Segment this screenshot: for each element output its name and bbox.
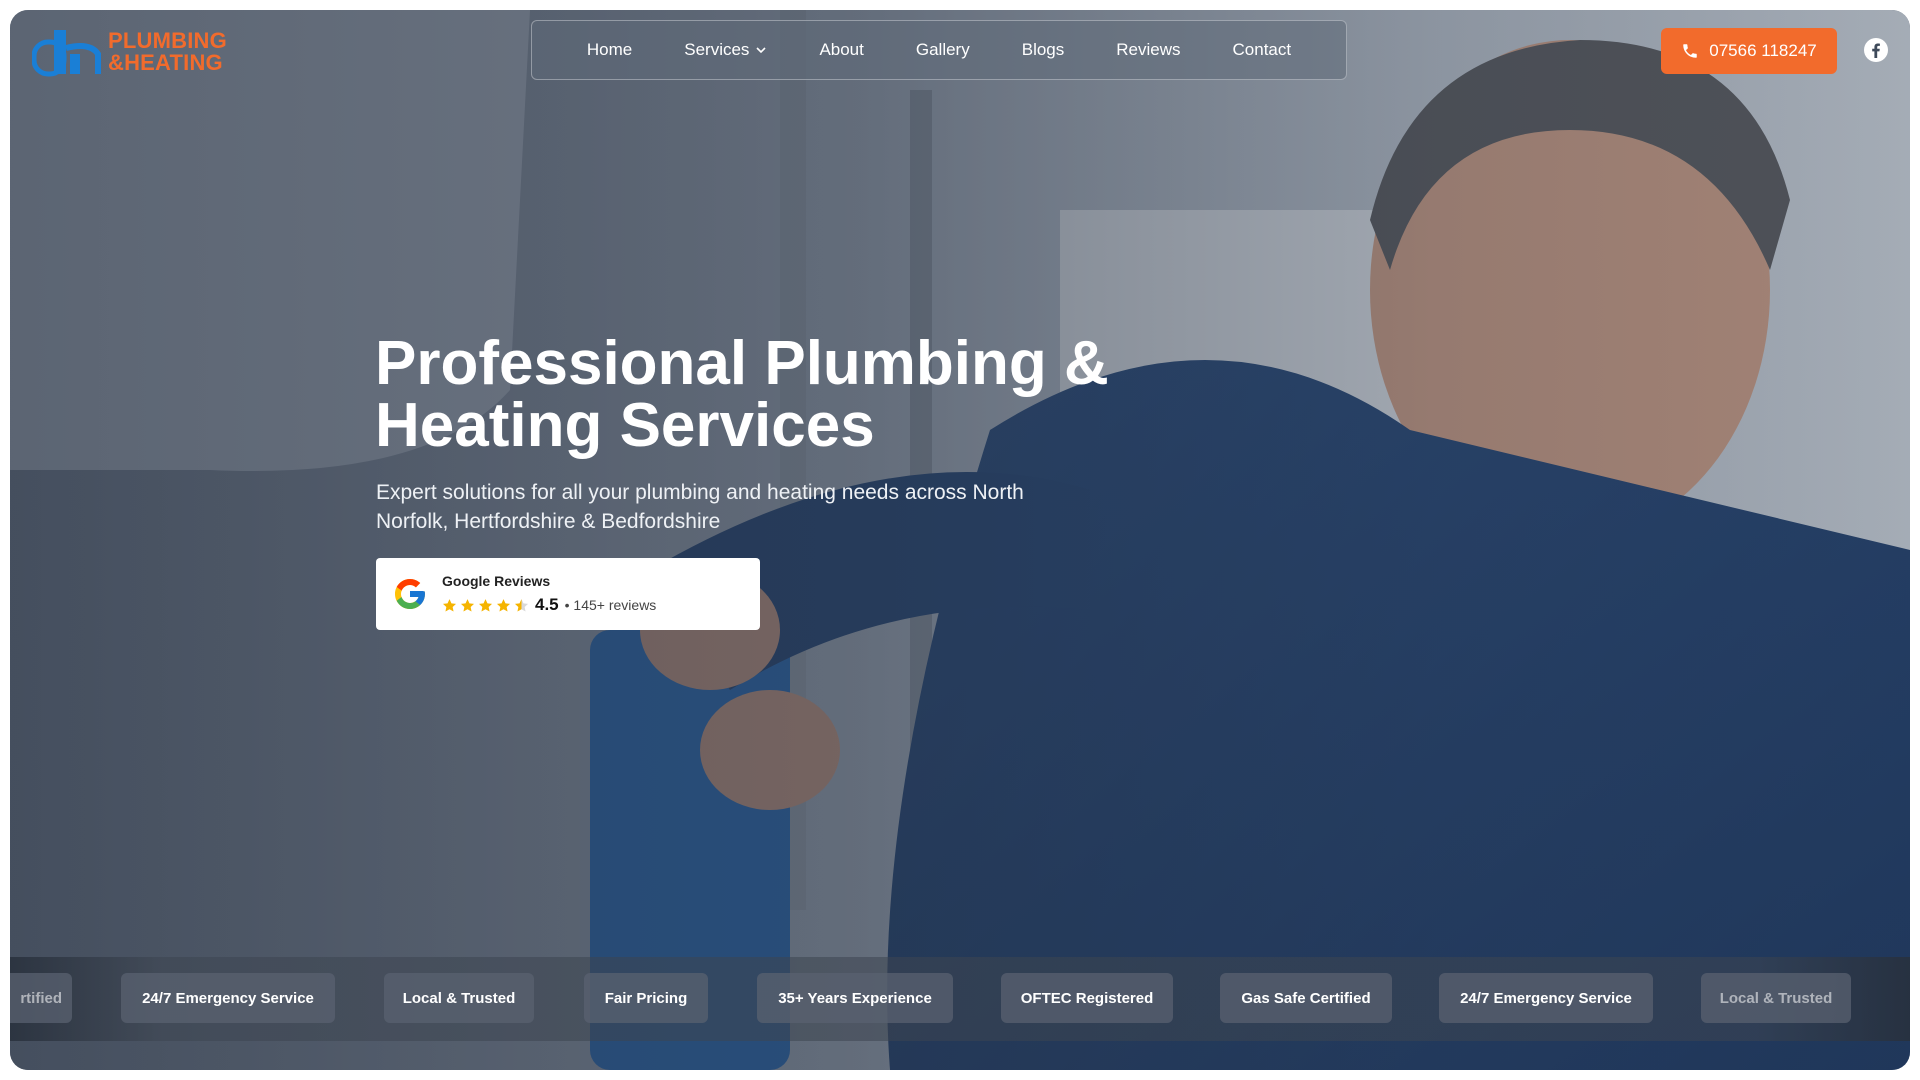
logo-text: PLUMBING &HEATING (108, 30, 227, 74)
nav-blogs[interactable]: Blogs (1022, 40, 1065, 60)
feature-badge: Fair Pricing (584, 973, 708, 1023)
hero-section: PLUMBING &HEATING Home Services About Ga… (10, 10, 1910, 1070)
main-nav: Home Services About Gallery Blogs Review… (531, 20, 1347, 80)
call-phone-button[interactable]: 07566 118247 (1661, 28, 1837, 74)
feature-badge: Local & Trusted (384, 973, 534, 1023)
feature-badge: OFTEC Registered (1001, 973, 1173, 1023)
feature-badge: 24/7 Emergency Service (1439, 973, 1653, 1023)
feature-badge: 24/7 Emergency Service (121, 973, 335, 1023)
nav-reviews[interactable]: Reviews (1116, 40, 1180, 60)
nav-label: Gallery (915, 40, 970, 59)
nav-label: Reviews (1116, 40, 1181, 59)
nav-label: Blogs (1021, 40, 1065, 59)
star-icon (460, 598, 475, 611)
hero-title: Professional Plumbing & Heating Services (375, 329, 1109, 460)
logo-line2: &HEATING (108, 50, 223, 75)
nav-label: Contact (1232, 40, 1292, 59)
chevron-down-icon (756, 47, 767, 54)
rating-value: 4.5 (535, 595, 559, 614)
nav-services[interactable]: Services (684, 40, 767, 60)
nav-about[interactable]: About (819, 40, 863, 60)
hero-subtitle: Expert solutions for all your plumbing a… (376, 481, 1024, 533)
logo-mark-icon (32, 30, 101, 77)
star-icon (442, 598, 457, 611)
google-reviews-card[interactable]: Google Reviews 4.5 • 145+ reviews (376, 558, 760, 630)
site-logo[interactable]: PLUMBING &HEATING (32, 26, 227, 78)
nav-contact[interactable]: Contact (1233, 40, 1292, 60)
nav-label: About (819, 40, 864, 59)
star-rating (442, 598, 529, 613)
logo-line1: PLUMBING (108, 28, 227, 53)
google-icon (395, 579, 425, 609)
feature-badges-strip: rtified 24/7 Emergency Service Local & T… (10, 957, 1910, 1041)
feature-badge: 35+ Years Experience (757, 973, 953, 1023)
phone-icon (1683, 44, 1698, 58)
review-count: • 145+ reviews (564, 597, 657, 613)
feature-badge: rtified (10, 973, 72, 1023)
reviews-title: Google Reviews (442, 573, 551, 589)
nav-home[interactable]: Home (587, 40, 632, 60)
nav-label: Home (586, 40, 633, 59)
phone-number: 07566 118247 (1709, 41, 1817, 60)
nav-gallery[interactable]: Gallery (916, 40, 970, 60)
star-half-icon (514, 598, 529, 611)
star-icon (496, 598, 511, 611)
facebook-icon[interactable] (1863, 37, 1889, 63)
nav-label: Services (684, 40, 750, 59)
feature-badge: Gas Safe Certified (1220, 973, 1392, 1023)
feature-badge: Local & Trusted (1701, 973, 1851, 1023)
star-icon (478, 598, 493, 611)
